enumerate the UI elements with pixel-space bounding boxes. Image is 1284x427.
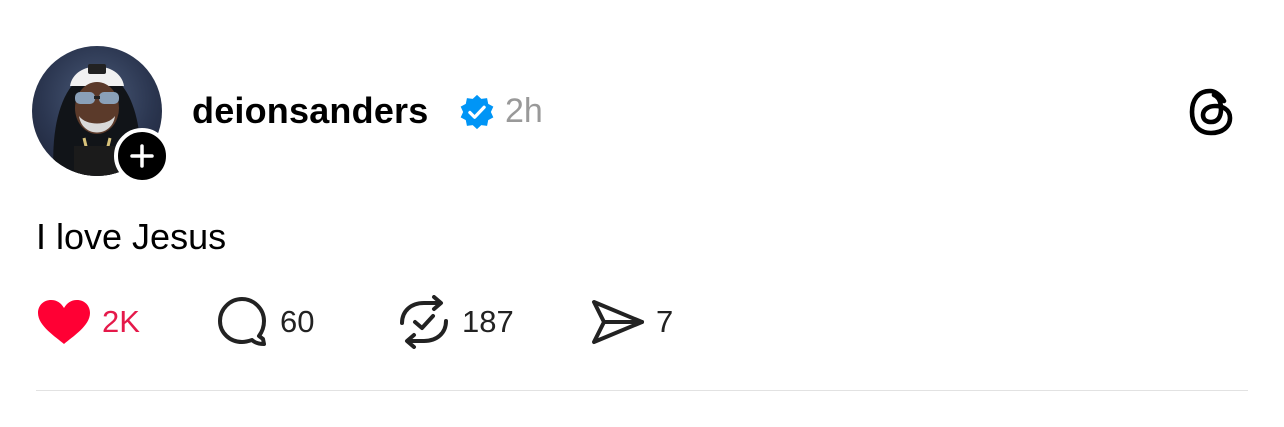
comment-button[interactable]: 60 — [216, 294, 314, 350]
follow-button[interactable] — [114, 128, 170, 184]
thread-post: deionsanders 2h I love Jesus 2K 60 187 7 — [0, 0, 1284, 427]
verified-badge-icon — [460, 94, 494, 130]
comment-bubble-icon — [216, 295, 270, 349]
like-button[interactable]: 2K — [36, 294, 140, 350]
share-count: 7 — [656, 304, 674, 339]
post-body-text: I love Jesus — [36, 216, 227, 257]
comment-count: 60 — [280, 304, 315, 339]
heart-icon — [36, 298, 92, 346]
plus-icon — [130, 144, 154, 168]
post-timestamp: 2h — [505, 92, 543, 130]
send-icon — [590, 296, 646, 348]
avatar-container[interactable] — [32, 46, 170, 184]
repost-icon — [396, 295, 452, 349]
repost-button[interactable]: 187 — [396, 294, 514, 350]
share-button[interactable]: 7 — [590, 294, 673, 350]
repost-count: 187 — [462, 304, 514, 339]
threads-logo-icon[interactable] — [1186, 85, 1238, 139]
post-divider — [36, 390, 1248, 391]
like-count: 2K — [102, 304, 140, 339]
username[interactable]: deionsanders — [192, 90, 428, 132]
